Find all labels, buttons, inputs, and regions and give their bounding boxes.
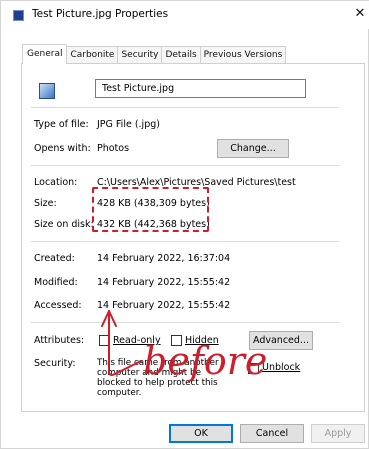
opens-with-value: Photos — [97, 143, 130, 154]
unblock-label: Unblock — [262, 362, 301, 373]
advanced-button[interactable]: Advanced... — [249, 331, 313, 350]
tab-security[interactable]: Security — [117, 46, 163, 64]
security-message: This file came from another computer and… — [97, 358, 219, 398]
image-file-icon — [13, 10, 24, 21]
cancel-button[interactable]: Cancel — [240, 424, 304, 443]
size-highlight-box — [92, 187, 209, 232]
created-value: 14 February 2022, 16:37:04 — [97, 253, 231, 264]
accessed-label: Accessed: — [34, 300, 82, 311]
readonly-checkbox[interactable] — [99, 335, 110, 346]
ok-button-label: OK — [194, 428, 208, 439]
hidden-label: Hidden — [185, 335, 219, 346]
divider — [31, 322, 339, 323]
close-icon[interactable]: ✕ — [352, 5, 368, 23]
advanced-button-label: Advanced... — [253, 335, 309, 346]
location-label: Location: — [34, 177, 78, 188]
opens-with-label: Opens with: — [34, 143, 91, 154]
tab-details[interactable]: Details — [161, 46, 201, 64]
title-bar[interactable]: Test Picture.jpg Properties ✕ — [1, 1, 369, 29]
change-button[interactable]: Change... — [217, 139, 289, 158]
tab-previous-versions[interactable]: Previous Versions — [199, 46, 287, 64]
unblock-checkbox[interactable] — [248, 363, 259, 374]
cancel-button-label: Cancel — [255, 428, 289, 439]
type-label: Type of file: — [34, 119, 89, 130]
properties-dialog: Test Picture.jpg Properties ✕ General Ca… — [0, 0, 369, 449]
tab-general[interactable]: General — [22, 44, 68, 64]
type-value: JPG File (.jpg) — [97, 119, 160, 130]
accessed-value: 14 February 2022, 15:55:42 — [97, 300, 231, 311]
size-label: Size: — [34, 198, 57, 209]
hidden-checkbox[interactable] — [171, 335, 182, 346]
ok-button[interactable]: OK — [169, 424, 233, 443]
tab-carbonite[interactable]: Carbonite — [66, 46, 119, 64]
apply-button-label: Apply — [324, 428, 352, 439]
apply-button[interactable]: Apply — [311, 424, 365, 443]
attributes-label: Attributes: — [34, 335, 85, 346]
security-label: Security: — [34, 358, 76, 369]
image-file-icon — [39, 83, 55, 99]
modified-label: Modified: — [34, 277, 78, 288]
created-label: Created: — [34, 253, 75, 264]
divider — [31, 165, 339, 166]
readonly-label: Read-only — [113, 335, 161, 346]
divider — [31, 241, 339, 242]
window-title: Test Picture.jpg Properties — [32, 8, 169, 20]
file-name-field[interactable]: Test Picture.jpg — [95, 79, 306, 98]
size-on-disk-label: Size on disk: — [34, 219, 94, 230]
divider — [31, 107, 339, 108]
modified-value: 14 February 2022, 15:55:42 — [97, 277, 231, 288]
tab-strip: General Carbonite Security Details Previ… — [22, 44, 287, 64]
change-button-label: Change... — [230, 143, 276, 154]
